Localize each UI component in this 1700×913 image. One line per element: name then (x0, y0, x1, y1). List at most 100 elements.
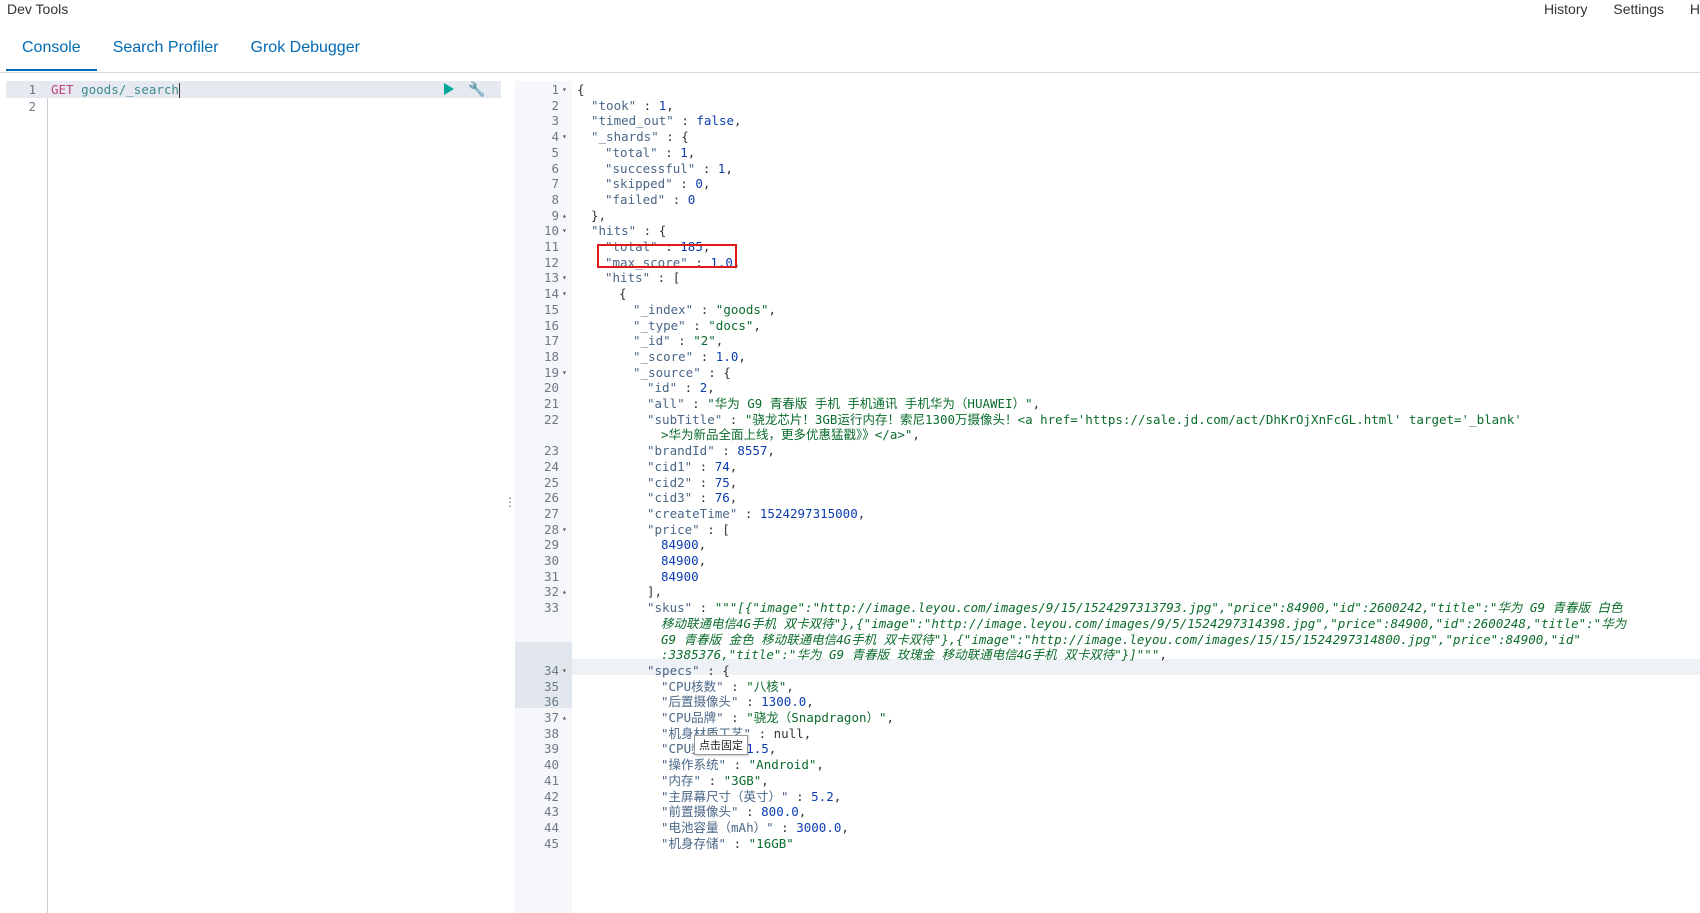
request-line[interactable]: 1 GET goods/_search (6, 81, 501, 98)
code-token: , (886, 710, 895, 725)
line-number (515, 615, 559, 632)
code-token: : (673, 113, 697, 128)
code-line[interactable]: "hits" : { (591, 222, 666, 239)
code-token: :3385376,"title":"华为 G9 青春版 玫瑰金 移动联通电信4G… (661, 647, 1160, 662)
fold-open-icon[interactable]: ▾ (562, 128, 567, 145)
code-token: "cid2" (647, 475, 693, 490)
code-line[interactable]: >华为新品全面上线，更多优惠猛戳》》</a>", (661, 426, 920, 443)
fold-open-icon[interactable]: ▾ (562, 364, 567, 381)
code-token: "hits" (591, 223, 637, 238)
code-token: "_score" (633, 349, 694, 364)
code-line[interactable]: "hits" : [ (605, 269, 680, 286)
fold-open-icon[interactable]: ▾ (562, 662, 567, 679)
code-line[interactable]: "机身存储" : "16GB" (661, 835, 794, 852)
code-line[interactable]: "specs" : { (647, 662, 730, 679)
code-token: : (726, 836, 749, 851)
line-number: 7 (551, 176, 559, 191)
settings-link[interactable]: Settings (1613, 1, 1664, 17)
code-token: "前置摄像头" (661, 804, 739, 819)
tab-grok-debugger[interactable]: Grok Debugger (235, 34, 376, 71)
code-token: , (687, 145, 696, 160)
code-line[interactable]: "failed" : 0 (605, 191, 695, 208)
code-line[interactable]: "cid3" : 76, (647, 489, 737, 506)
code-line[interactable]: "_id" : "2", (633, 332, 723, 349)
line-number: 2 (28, 99, 36, 114)
fold-close-icon[interactable]: ▴ (562, 583, 567, 600)
code-line[interactable]: "timed_out" : false, (591, 112, 742, 129)
code-line[interactable]: "操作系统" : "Android", (661, 756, 824, 773)
response-output[interactable]: 1 ▾{2 "took" : 1, 3 "timed_out" : false, 4 ▾ "_… (515, 81, 1700, 913)
code-line[interactable]: "skipped" : 0, (605, 175, 710, 192)
tab-console[interactable]: Console (6, 34, 97, 71)
line-number: 10 (543, 223, 559, 238)
code-line[interactable]: :3385376,"title":"华为 G9 青春版 玫瑰金 移动联通电信4G… (661, 646, 1167, 663)
code-line[interactable]: "_score" : 1.0, (633, 348, 746, 365)
code-token: , (729, 490, 738, 505)
code-token: 1 (680, 145, 688, 160)
line-number: 15 (543, 302, 559, 317)
code-token: "后置摄像头" (661, 694, 739, 709)
code-line[interactable]: "id" : 2, (647, 379, 715, 396)
wrench-icon[interactable]: 🔧 (468, 82, 485, 98)
code-line[interactable]: 84900 (661, 568, 699, 585)
code-line[interactable]: { (577, 81, 585, 98)
code-line[interactable]: "_index" : "goods", (633, 301, 776, 318)
help-link[interactable]: H (1690, 1, 1700, 17)
line-number: 18 (543, 349, 559, 364)
request-method: GET (51, 82, 74, 97)
fold-open-icon[interactable]: ▾ (562, 81, 567, 98)
code-token: : (723, 679, 747, 694)
request-editor[interactable]: 1 GET goods/_search 2 🔧 (6, 81, 501, 913)
code-token: "skus" (647, 600, 693, 615)
code-line[interactable]: "_shards" : { (591, 128, 689, 145)
request-gutter (6, 81, 48, 913)
tab-divider (0, 72, 1700, 73)
code-token: 1300.0 (761, 694, 807, 709)
code-line[interactable]: 84900, (661, 552, 706, 569)
request-line[interactable]: 2 (6, 98, 501, 115)
line-number: 43 (543, 804, 559, 819)
code-token: "Android" (748, 757, 817, 772)
code-line[interactable]: 移动联通电信4G手机 双卡双待"},{"image":"http://image… (661, 615, 1626, 632)
code-token: "骁龙（Snapdragon）" (746, 710, 887, 725)
code-token: , (729, 459, 738, 474)
code-token: , (725, 161, 733, 176)
line-number: 23 (543, 443, 559, 458)
code-token: , (857, 506, 866, 521)
code-token: "华为 G9 青春版 手机 手机通讯 手机华为（HUAWEI）" (707, 396, 1033, 411)
tab-search-profiler[interactable]: Search Profiler (97, 34, 235, 71)
code-token: >华为新品全面上线，更多优惠猛戳》》</a>" (661, 427, 913, 442)
code-token: , (816, 757, 824, 772)
code-line[interactable]: "skus" : """[{"image":"http://image.leyo… (647, 599, 1623, 616)
fold-open-icon[interactable]: ▾ (562, 285, 567, 302)
code-token: : (701, 773, 724, 788)
fold-open-icon[interactable]: ▾ (562, 269, 567, 286)
code-line[interactable]: "createTime" : 1524297315000, (647, 505, 865, 522)
code-token: "cid1" (647, 459, 693, 474)
code-line[interactable]: "后置摄像头" : 1300.0, (661, 693, 814, 710)
code-token: 1.0 (715, 349, 739, 364)
code-line[interactable]: { (619, 285, 627, 302)
code-line[interactable]: "电池容量（mAh）" : 3000.0, (661, 819, 849, 836)
code-line[interactable]: 84900, (661, 536, 706, 553)
line-number: 30 (543, 553, 559, 568)
code-line[interactable]: "all" : "华为 G9 青春版 手机 手机通讯 手机华为（HUAWEI）"… (647, 395, 1040, 412)
line-number: 33 (543, 600, 559, 615)
code-token: 5.2 (811, 789, 834, 804)
code-line[interactable]: "total" : 1, (605, 144, 695, 161)
fold-open-icon[interactable]: ▾ (562, 222, 567, 239)
code-token: : (692, 475, 715, 490)
fold-open-icon[interactable]: ▾ (562, 521, 567, 538)
line-number: 24 (543, 459, 559, 474)
code-line[interactable]: "内存" : "3GB", (661, 772, 769, 789)
fold-close-icon[interactable]: ▴ (562, 709, 567, 726)
history-link[interactable]: History (1544, 1, 1588, 17)
code-token: : (788, 789, 812, 804)
code-line[interactable]: "CPU品牌" : "骁龙（Snapdragon）", (661, 709, 894, 726)
code-line[interactable]: ], (647, 583, 662, 600)
code-line[interactable]: "cid1" : 74, (647, 458, 737, 475)
code-line[interactable]: "前置摄像头" : 800.0, (661, 803, 806, 820)
play-icon[interactable] (444, 83, 454, 95)
code-token: : (692, 459, 715, 474)
code-line[interactable]: "brandId" : 8557, (647, 442, 775, 459)
